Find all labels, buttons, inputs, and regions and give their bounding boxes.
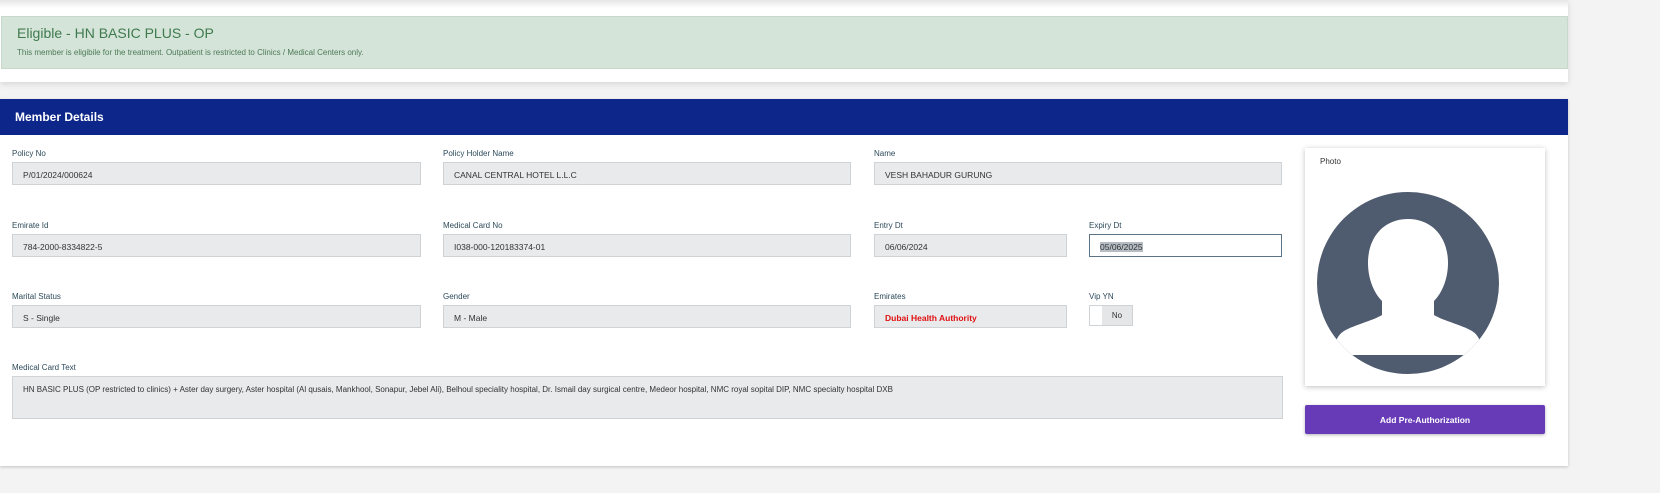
medical-card-text-field[interactable]: HN BASIC PLUS (OP restricted to clinics)…: [12, 376, 1283, 419]
medical-card-no-field[interactable]: I038-000-120183374-01: [443, 234, 851, 257]
emirates-label: Emirates: [874, 292, 906, 301]
eligibility-title: Eligible - HN BASIC PLUS - OP: [17, 25, 214, 41]
vip-label: Vip YN: [1089, 292, 1114, 301]
entry-dt-field[interactable]: 06/06/2024: [874, 234, 1067, 257]
policy-no-field[interactable]: P/01/2024/000624: [12, 162, 421, 185]
policy-holder-label: Policy Holder Name: [443, 149, 514, 158]
gender-label: Gender: [443, 292, 470, 301]
emirate-id-field[interactable]: 784-2000-8334822-5: [12, 234, 421, 257]
emirates-field[interactable]: Dubai Health Authority: [874, 305, 1067, 328]
marital-status-label: Marital Status: [12, 292, 61, 301]
add-pre-authorization-button[interactable]: Add Pre-Authorization: [1305, 405, 1545, 434]
vip-toggle[interactable]: No: [1089, 305, 1133, 326]
member-details-header: Member Details: [0, 99, 1568, 135]
eligibility-message: This member is eligibile for the treatme…: [17, 48, 364, 57]
gender-field[interactable]: M - Male: [443, 305, 851, 328]
name-label: Name: [874, 149, 896, 158]
expiry-dt-label: Expiry Dt: [1089, 221, 1122, 230]
photo-card: Photo: [1305, 148, 1545, 386]
photo-label: Photo: [1320, 157, 1341, 166]
medical-card-no-label: Medical Card No: [443, 221, 503, 230]
avatar-placeholder-icon: [1317, 192, 1499, 374]
vip-toggle-value: No: [1102, 306, 1132, 325]
medical-card-text-label: Medical Card Text: [12, 363, 76, 372]
policy-no-label: Policy No: [12, 149, 46, 158]
eligibility-banner: Eligible - HN BASIC PLUS - OP This membe…: [1, 16, 1568, 69]
name-field[interactable]: VESH BAHADUR GURUNG: [874, 162, 1282, 185]
emirate-id-label: Emirate Id: [12, 221, 49, 230]
policy-holder-field[interactable]: CANAL CENTRAL HOTEL L.L.C: [443, 162, 851, 185]
expiry-dt-value: 05/06/2025: [1100, 242, 1143, 252]
marital-status-field[interactable]: S - Single: [12, 305, 421, 328]
expiry-dt-field[interactable]: 05/06/2025: [1089, 234, 1282, 257]
entry-dt-label: Entry Dt: [874, 221, 903, 230]
member-details-card: Member Details Policy No P/01/2024/00062…: [0, 99, 1568, 466]
